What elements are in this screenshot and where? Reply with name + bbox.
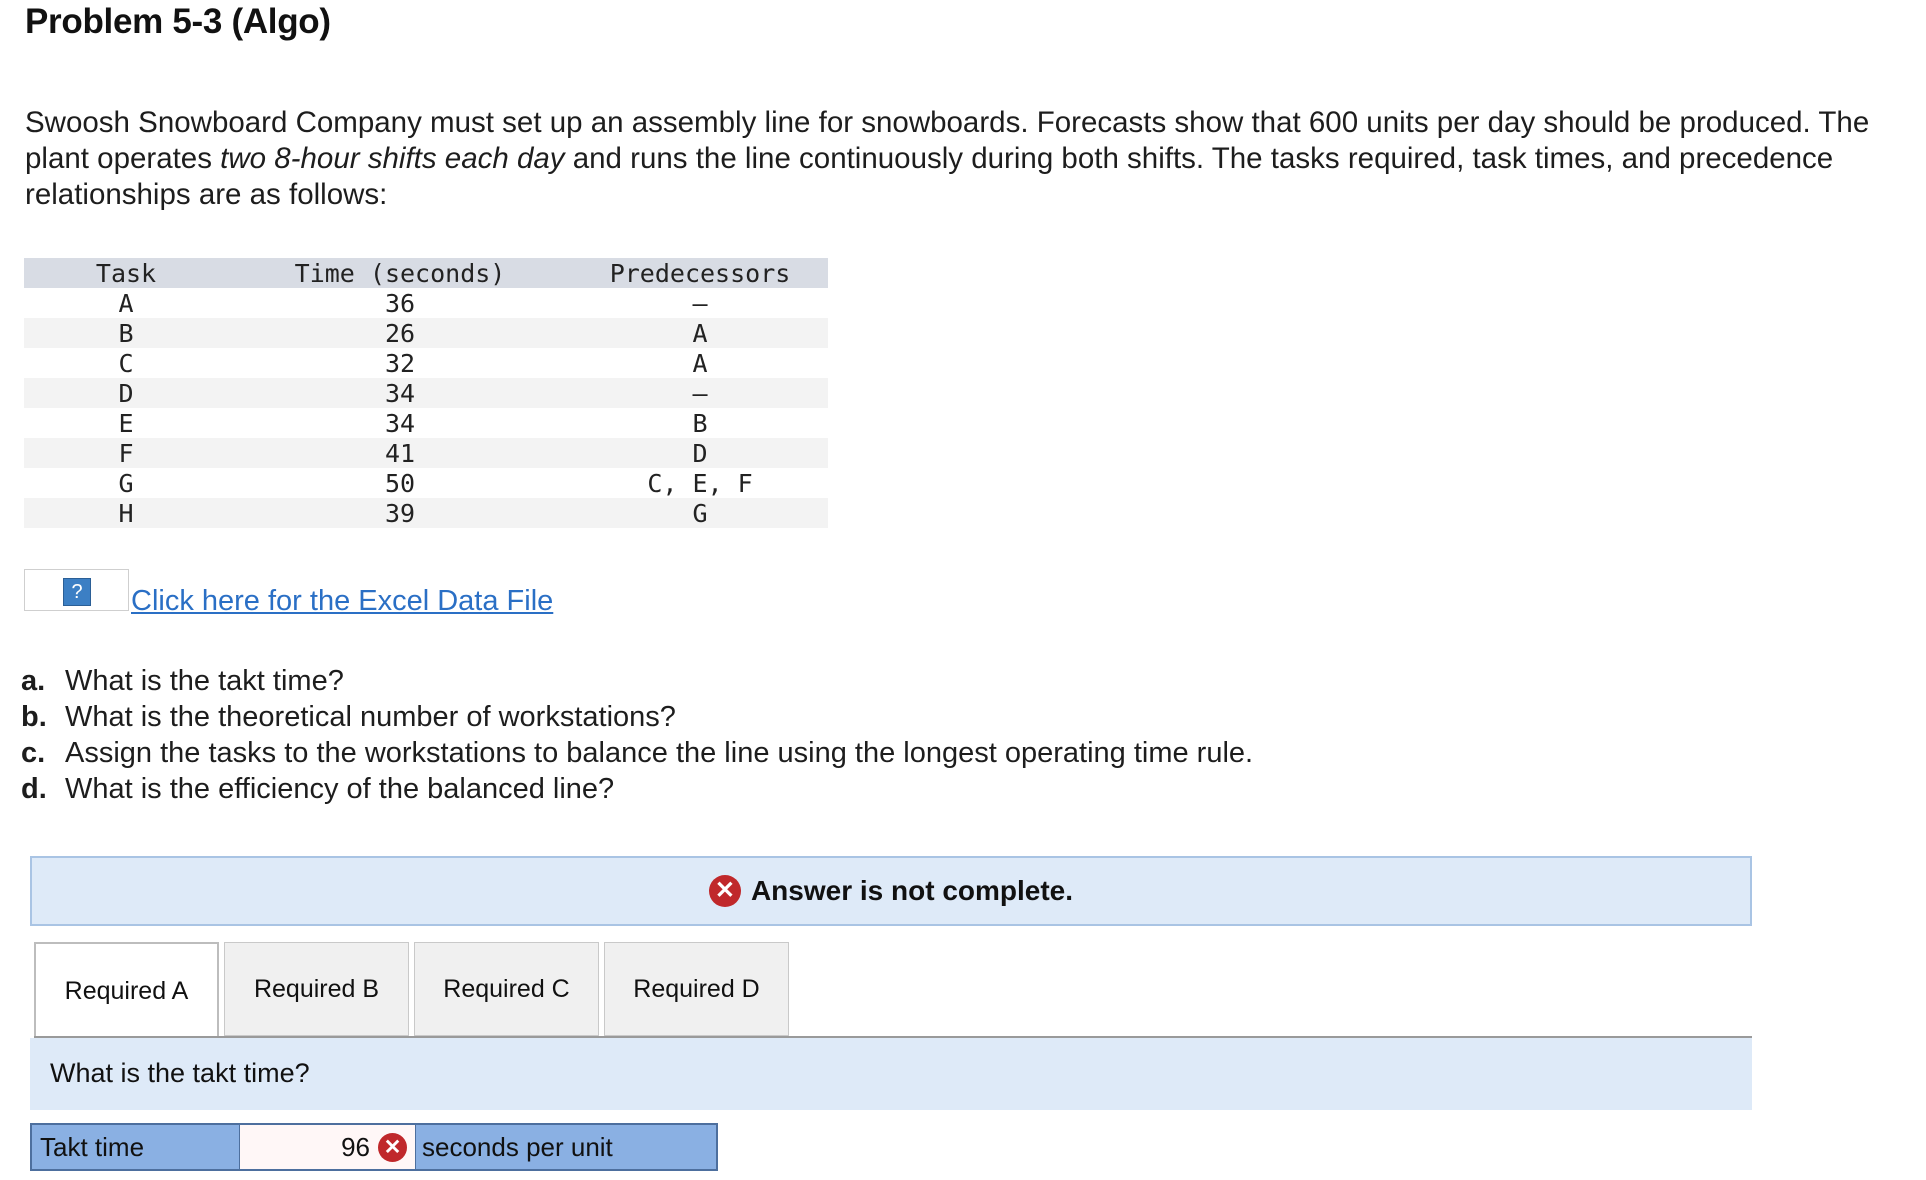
status-content: ✕ Answer is not complete.: [32, 858, 1750, 924]
table-row: B 26 A: [24, 318, 828, 348]
cell-predecessors: —: [692, 378, 708, 408]
header-time: Time (seconds): [294, 258, 506, 288]
takt-time-input[interactable]: 96 ✕: [240, 1125, 416, 1169]
table-header-row: Task Time (seconds) Predecessors: [24, 258, 828, 288]
excel-data-file-link[interactable]: Click here for the Excel Data File: [131, 585, 553, 618]
help-button[interactable]: ?: [24, 569, 129, 611]
answer-row: Takt time 96 ✕ seconds per unit: [30, 1123, 718, 1171]
cell-time: 26: [384, 318, 416, 348]
cell-task: E: [118, 408, 134, 438]
question-letter: b.: [21, 701, 47, 733]
answer-label: Takt time: [32, 1125, 240, 1169]
question-letter: d.: [21, 773, 47, 805]
cell-predecessors: G: [692, 498, 708, 528]
error-x-icon: ✕: [708, 875, 741, 907]
cell-predecessors: C, E, F: [647, 468, 753, 498]
intro-emphasis: two 8-hour shifts each day: [220, 142, 565, 175]
question-text: What is the takt time?: [65, 665, 344, 697]
cell-task: H: [118, 498, 134, 528]
cell-task: D: [118, 378, 134, 408]
header-predecessors: Predecessors: [609, 258, 791, 288]
answer-value: 96: [341, 1131, 370, 1162]
cell-task: B: [118, 318, 134, 348]
panel-question: What is the takt time?: [50, 1058, 310, 1088]
cell-task: C: [118, 348, 134, 378]
cell-time: 36: [384, 288, 416, 318]
question-item: b. What is the theoretical number of work…: [21, 699, 1253, 735]
table-row: C 32 A: [24, 348, 828, 378]
answer-unit: seconds per unit: [416, 1125, 716, 1169]
question-list: a. What is the takt time? b. What is the t…: [21, 663, 1253, 807]
table-row: F 41 D: [24, 438, 828, 468]
tab-bar: Required A Required B Required C Require…: [34, 942, 794, 1038]
tab-required-b[interactable]: Required B: [224, 942, 409, 1036]
table-row: D 34 —: [24, 378, 828, 408]
table-row: A 36 —: [24, 288, 828, 318]
header-task: Task: [95, 258, 157, 288]
cell-task: G: [118, 468, 134, 498]
cell-predecessors: A: [692, 318, 708, 348]
question-letter: c.: [21, 737, 46, 769]
cell-time: 41: [384, 438, 416, 468]
tab-required-d[interactable]: Required D: [604, 942, 789, 1036]
page-title: Problem 5-3 (Algo): [25, 2, 331, 41]
question-item: d. What is the efficiency of the balanced…: [21, 771, 1253, 807]
cell-task: A: [118, 288, 134, 318]
question-text: Assign the tasks to the workstations to …: [65, 737, 1254, 769]
cell-predecessors: D: [692, 438, 708, 468]
status-text: Answer is not complete.: [750, 875, 1074, 906]
question-text: What is the efficiency of the balanced l…: [65, 773, 615, 805]
table-row: H 39 G: [24, 498, 828, 528]
cell-time: 34: [384, 408, 416, 438]
question-item: a. What is the takt time?: [21, 663, 1253, 699]
task-table: Task Time (seconds) Predecessors A 36 — …: [24, 258, 828, 528]
tab-required-c[interactable]: Required C: [414, 942, 599, 1036]
question-text: What is the theoretical number of workst…: [65, 701, 676, 733]
cell-task: F: [118, 438, 134, 468]
question-letter: a.: [21, 665, 46, 697]
problem-intro: Swoosh Snowboard Company must set up an …: [25, 105, 1905, 213]
question-mark-icon: ?: [63, 578, 91, 606]
cell-predecessors: A: [692, 348, 708, 378]
cell-time: 39: [384, 498, 416, 528]
question-item: c. Assign the tasks to the workstations t…: [21, 735, 1253, 771]
question-panel: What is the takt time?: [30, 1038, 1752, 1110]
incorrect-x-icon: ✕: [378, 1132, 407, 1162]
cell-time: 50: [384, 468, 416, 498]
cell-time: 34: [384, 378, 416, 408]
table-row: G 50 C, E, F: [24, 468, 828, 498]
cell-time: 32: [384, 348, 416, 378]
cell-predecessors: B: [692, 408, 708, 438]
cell-predecessors: —: [692, 288, 708, 318]
table-row: E 34 B: [24, 408, 828, 438]
tab-required-a[interactable]: Required A: [34, 942, 219, 1038]
status-banner: ✕ Answer is not complete.: [30, 856, 1752, 926]
